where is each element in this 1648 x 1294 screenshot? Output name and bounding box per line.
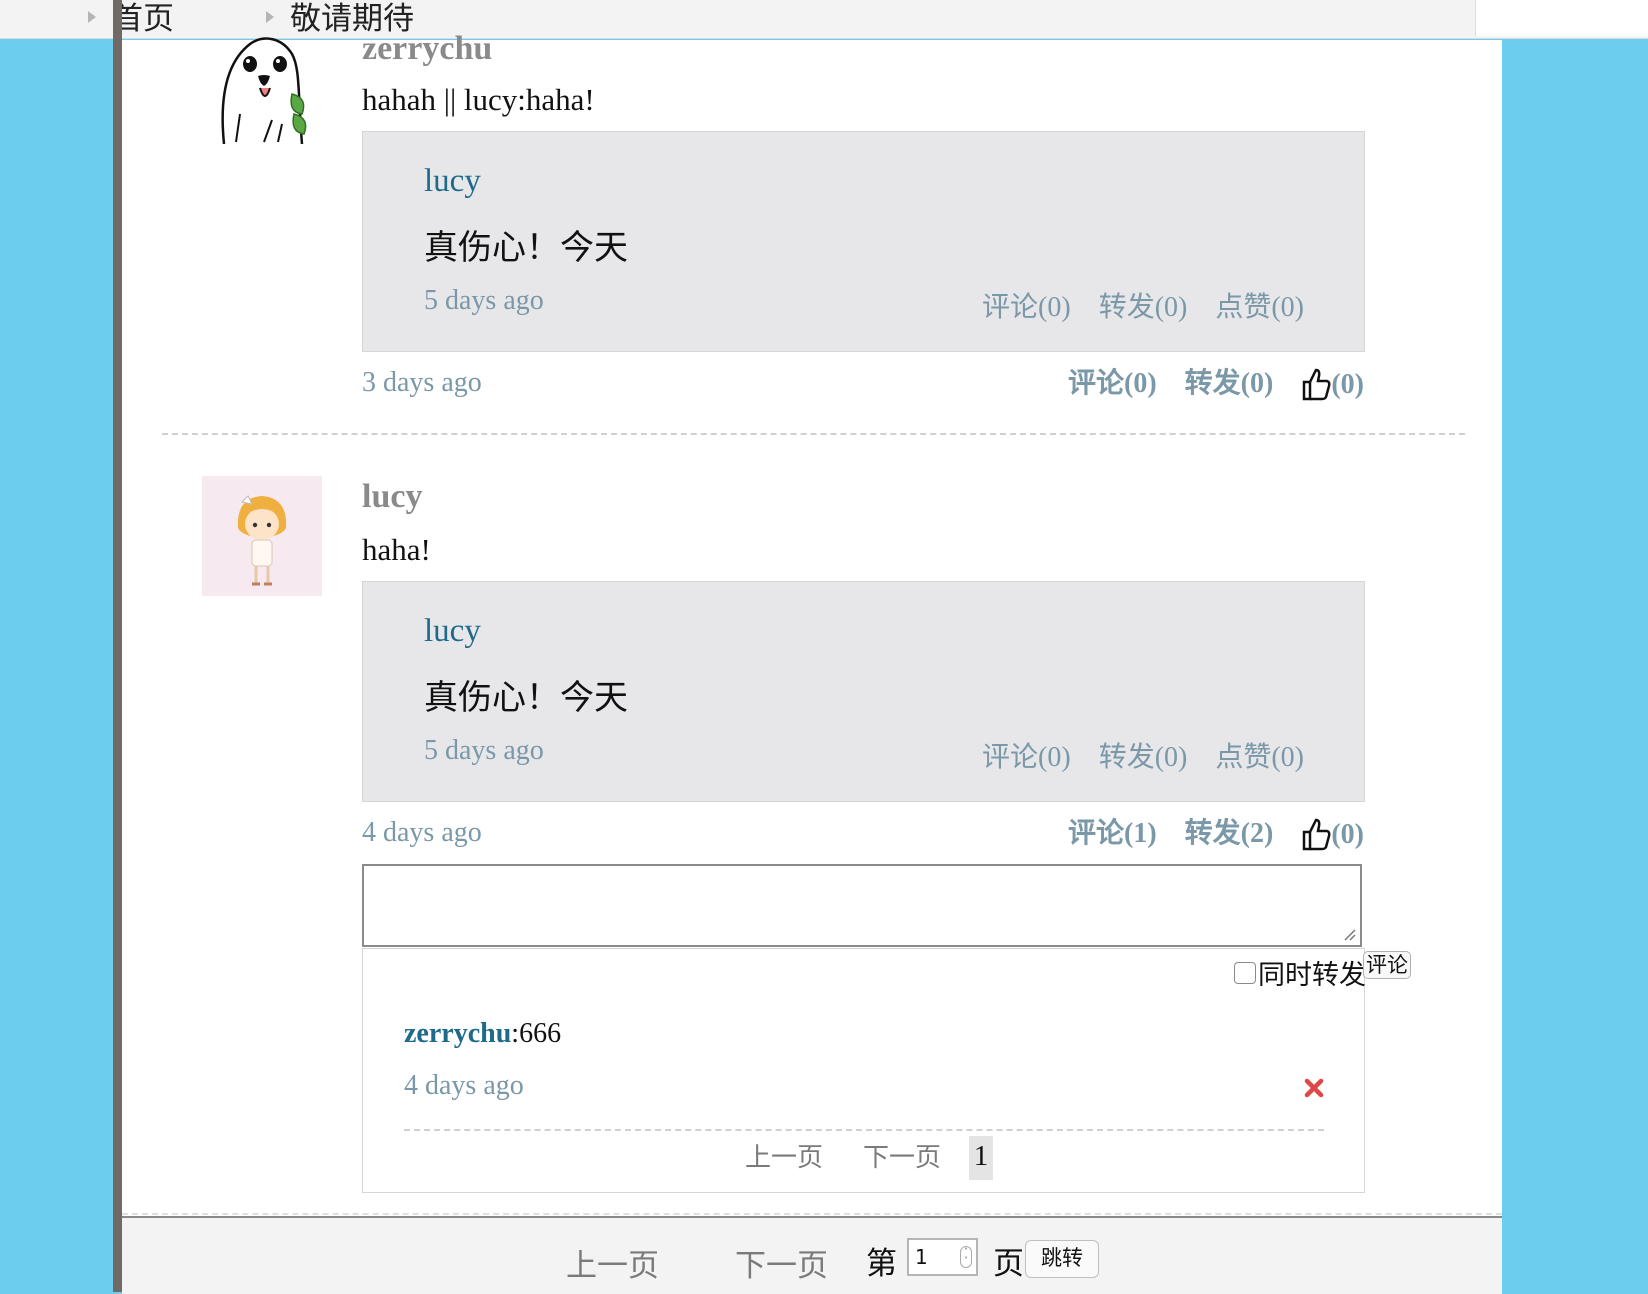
- post-actions: 评论(1) 转发(2) (0): [1068, 811, 1364, 851]
- quoted-post: lucy 真伤心！今天 5 days ago 评论(0) 转发(0) 点赞(0): [362, 131, 1365, 352]
- feed-divider: [122, 1213, 1502, 1215]
- like-button[interactable]: (0): [1301, 367, 1364, 401]
- post-text: hahah || lucy:haha!: [362, 82, 595, 117]
- comment-link[interactable]: 评论(1): [1068, 811, 1157, 851]
- quoted-actions: 评论(0) 转发(0) 点赞(0): [982, 735, 1304, 775]
- stepper-arrows-icon[interactable]: ˄ ˅: [960, 1246, 972, 1268]
- next-page-link[interactable]: 下一页: [735, 1240, 828, 1285]
- quoted-timestamp: 5 days ago: [424, 735, 544, 766]
- forward-link[interactable]: 转发(2): [1185, 811, 1274, 851]
- left-border: [113, 0, 122, 1292]
- page-number-input[interactable]: 1 ˄ ˅: [907, 1238, 978, 1276]
- quoted-like-link[interactable]: 点赞(0): [1215, 735, 1304, 775]
- quoted-forward-link[interactable]: 转发(0): [1099, 735, 1188, 775]
- post-divider: [162, 433, 1465, 435]
- post-username[interactable]: lucy: [362, 478, 422, 516]
- quoted-username[interactable]: lucy: [424, 613, 481, 650]
- seal-avatar-icon: [221, 37, 307, 145]
- comment-link[interactable]: 评论(0): [1068, 361, 1157, 401]
- resize-grip-icon[interactable]: [1342, 927, 1356, 941]
- post-text: haha!: [362, 532, 431, 567]
- girl-avatar-icon: [237, 495, 287, 586]
- comment-next-page[interactable]: 下一页: [863, 1137, 941, 1174]
- quoted-timestamp: 5 days ago: [424, 285, 544, 316]
- comment-prev-page[interactable]: 上一页: [745, 1137, 823, 1174]
- like-button[interactable]: (0): [1301, 817, 1364, 851]
- nav-item-home[interactable]: 首页: [88, 0, 174, 36]
- quoted-text: 真伤心！今天: [424, 680, 628, 717]
- jump-button[interactable]: 跳转: [1025, 1240, 1099, 1278]
- avatar[interactable]: [202, 24, 322, 145]
- quoted-like-link[interactable]: 点赞(0): [1215, 285, 1304, 325]
- delete-icon[interactable]: [1304, 1078, 1324, 1098]
- forward-option[interactable]: 同时转发: [1234, 953, 1366, 992]
- forward-option-label: 同时转发: [1258, 960, 1366, 990]
- avatar[interactable]: [202, 476, 322, 596]
- quoted-forward-link[interactable]: 转发(0): [1099, 285, 1188, 325]
- thumbs-up-icon: [1303, 818, 1331, 851]
- post-timestamp: 4 days ago: [362, 817, 482, 848]
- comment-item: zerrychu:666: [404, 1018, 561, 1050]
- comment-timestamp: 4 days ago: [404, 1070, 524, 1101]
- quoted-comment-link[interactable]: 评论(0): [982, 285, 1071, 325]
- comment-divider: [404, 1129, 1324, 1131]
- quoted-post: lucy 真伤心！今天 5 days ago 评论(0) 转发(0) 点赞(0): [362, 581, 1365, 802]
- prev-page-link[interactable]: 上一页: [566, 1240, 659, 1285]
- like-count: (0): [1331, 819, 1364, 850]
- quoted-username[interactable]: lucy: [424, 163, 481, 200]
- quoted-comment-link[interactable]: 评论(0): [982, 735, 1071, 775]
- thumbs-up-icon: [1303, 368, 1331, 401]
- forward-link[interactable]: 转发(0): [1185, 361, 1274, 401]
- quoted-text: 真伤心！今天: [424, 230, 628, 267]
- comment-textarea[interactable]: [362, 864, 1362, 947]
- comment-text: :666: [511, 1018, 562, 1049]
- post-actions: 评论(0) 转发(0) (0): [1068, 361, 1364, 401]
- comment-submit-button[interactable]: 评论: [1363, 951, 1411, 979]
- page-number-value: 1: [915, 1245, 928, 1269]
- page-prefix: 第: [866, 1246, 897, 1281]
- forward-checkbox[interactable]: [1234, 961, 1256, 984]
- quoted-actions: 评论(0) 转发(0) 点赞(0): [982, 285, 1304, 325]
- post-timestamp: 3 days ago: [362, 367, 482, 398]
- triangle-right-icon: [88, 11, 96, 23]
- post-username[interactable]: zerrychu: [362, 30, 492, 68]
- nav-right-panel: [1475, 0, 1648, 36]
- like-count: (0): [1331, 369, 1364, 400]
- comment-page-number[interactable]: 1: [969, 1136, 993, 1180]
- page-suffix: 页: [993, 1246, 1024, 1281]
- comment-username[interactable]: zerrychu: [404, 1018, 511, 1049]
- triangle-right-icon: [266, 11, 274, 23]
